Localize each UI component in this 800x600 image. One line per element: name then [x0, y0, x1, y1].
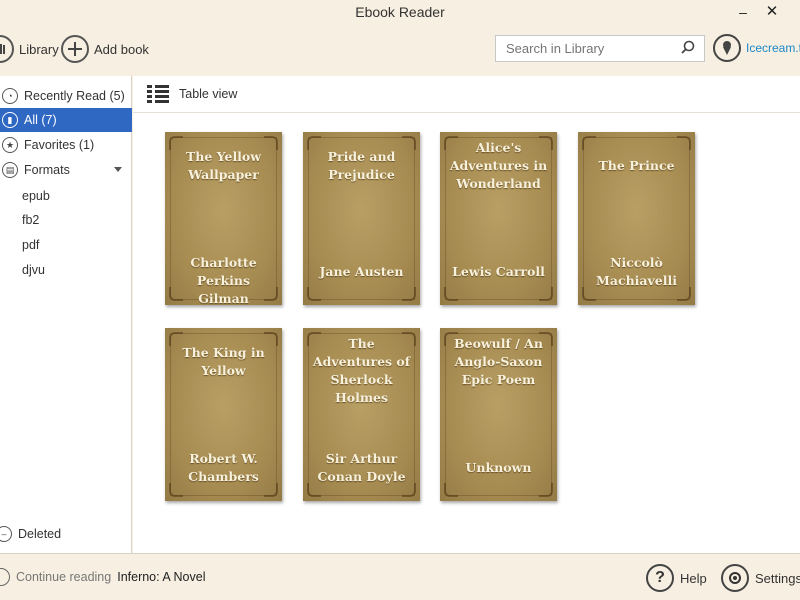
- chevron-down-icon[interactable]: [114, 167, 122, 172]
- book-author: Lewis Carroll: [452, 264, 545, 279]
- view-bar: Table view: [133, 76, 800, 113]
- book-icon: ▮: [2, 112, 18, 128]
- brand-link[interactable]: Icecream.t: [713, 34, 800, 62]
- book-card[interactable]: Beowulf / An Anglo-Saxon Epic Poem Unkno…: [440, 328, 557, 501]
- book-card[interactable]: The Adventures of Sherlock Holmes Sir Ar…: [303, 328, 420, 501]
- formats-icon: ▤: [2, 162, 18, 178]
- gear-icon: [721, 564, 749, 592]
- book-card[interactable]: The Prince Niccolò Machiavelli: [578, 132, 695, 305]
- help-button[interactable]: ? Help: [646, 564, 707, 592]
- sidebar-item-formats[interactable]: ▤ Formats: [0, 158, 132, 182]
- continue-reading[interactable]: Continue reading Inferno: A Novel: [0, 568, 205, 586]
- book-title: The Adventures of Sherlock Holmes: [312, 336, 411, 405]
- book-author: Robert W. Chambers: [188, 451, 259, 484]
- book-author: Jane Austen: [319, 264, 404, 279]
- sidebar-item-all[interactable]: ▮ All (7): [0, 108, 132, 132]
- library-label: Library: [19, 41, 59, 57]
- sidebar-item-deleted[interactable]: – Deleted: [0, 526, 61, 542]
- sidebar-item-label: Formats: [24, 163, 70, 177]
- settings-button[interactable]: Settings: [721, 564, 800, 592]
- book-author: Charlotte Perkins Gilman: [190, 255, 257, 306]
- book-card[interactable]: Pride and Prejudice Jane Austen: [303, 132, 420, 305]
- sidebar-format-pdf[interactable]: pdf: [22, 238, 39, 252]
- sidebar: ◔ Recently Read (5) ▮ All (7) ★ Favorite…: [0, 76, 132, 553]
- book-card[interactable]: The King in Yellow Robert W. Chambers: [165, 328, 282, 501]
- library-icon: [0, 35, 14, 63]
- book-author: Niccolò Machiavelli: [596, 255, 677, 288]
- sidebar-item-label: All (7): [24, 113, 57, 127]
- brand-label: Icecream.t: [746, 41, 800, 55]
- add-book-label: Add book: [94, 41, 149, 57]
- library-main: Table view The Yellow Wallpaper Charlott…: [133, 76, 800, 553]
- title-bar: Ebook Reader – ✕: [0, 0, 800, 26]
- book-title: The Prince: [598, 158, 675, 173]
- sidebar-item-recently-read[interactable]: ◔ Recently Read (5): [0, 84, 132, 108]
- book-card[interactable]: The Yellow Wallpaper Charlotte Perkins G…: [165, 132, 282, 306]
- sidebar-item-label: Deleted: [18, 527, 62, 541]
- search-icon[interactable]: [680, 40, 696, 61]
- book-title: The King in Yellow: [182, 345, 265, 378]
- help-label: Help: [680, 570, 707, 586]
- sidebar-item-label: Favorites (1): [24, 138, 95, 152]
- book-author: Unknown: [465, 460, 532, 475]
- list-icon: [147, 85, 169, 103]
- book-title: Beowulf / An Anglo-Saxon Epic Poem: [454, 336, 543, 387]
- sidebar-format-epub[interactable]: epub: [22, 189, 50, 203]
- search-box[interactable]: [495, 35, 705, 62]
- sidebar-format-fb2[interactable]: fb2: [22, 213, 39, 227]
- continue-reading-book[interactable]: Inferno: A Novel: [117, 570, 205, 584]
- settings-label: Settings: [755, 570, 800, 586]
- search-input[interactable]: [506, 41, 671, 56]
- plus-icon: [61, 35, 89, 63]
- book-card[interactable]: Alice's Adventures in Wonderland Lewis C…: [440, 132, 557, 305]
- book-title: Pride and Prejudice: [327, 149, 396, 182]
- toolbar: Library Add book Icecream.t: [0, 26, 800, 76]
- trash-icon: –: [0, 526, 12, 542]
- star-icon: ★: [2, 137, 18, 153]
- book-title: The Yellow Wallpaper: [185, 149, 262, 182]
- close-button[interactable]: ✕: [760, 2, 784, 22]
- table-view-button[interactable]: Table view: [147, 85, 237, 103]
- book-title: Alice's Adventures in Wonderland: [449, 140, 548, 191]
- table-view-label: Table view: [179, 87, 238, 101]
- sidebar-format-djvu[interactable]: djvu: [22, 263, 45, 277]
- sidebar-item-label: Recently Read (5): [24, 89, 125, 103]
- question-icon: ?: [646, 564, 674, 592]
- minimize-button[interactable]: –: [731, 2, 755, 22]
- continue-reading-label: Continue reading: [16, 570, 112, 584]
- book-author: Sir Arthur Conan Doyle: [317, 451, 406, 484]
- status-bar: Continue reading Inferno: A Novel ? Help…: [0, 553, 800, 600]
- clock-icon: ◔: [2, 88, 18, 104]
- back-arrow-icon: [0, 568, 10, 586]
- add-book-button[interactable]: Add book: [61, 33, 149, 65]
- library-button[interactable]: Library: [0, 33, 59, 65]
- window-title: Ebook Reader: [355, 4, 445, 20]
- icecream-logo-icon: [713, 34, 741, 62]
- sidebar-item-favorites[interactable]: ★ Favorites (1): [0, 133, 132, 157]
